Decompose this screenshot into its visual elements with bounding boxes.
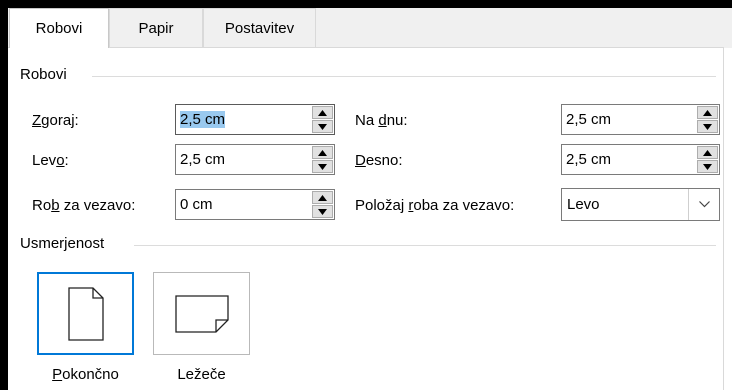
tab-strip-divider: [8, 47, 724, 48]
gutter-position-value: Levo: [567, 196, 600, 213]
spin-down-icon: [318, 163, 327, 170]
margins-group-title: Robovi: [20, 66, 75, 83]
tab-papir-label: Papir: [138, 19, 174, 37]
tab-papir[interactable]: Papir: [109, 8, 203, 47]
spin-down-icon: [318, 123, 327, 130]
orientation-group-title: Usmerjenost: [20, 235, 113, 252]
portrait-button[interactable]: [37, 272, 134, 355]
tab-postavitev-label: Postavitev: [224, 19, 295, 37]
gutter-position-dropdown-button[interactable]: [688, 189, 719, 220]
tab-postavitev[interactable]: Postavitev: [203, 8, 316, 47]
right-margin-spin-down[interactable]: [697, 160, 718, 173]
gutter-input[interactable]: 0 cm: [175, 189, 335, 220]
spin-up-icon: [703, 149, 712, 156]
bottom-margin-spin-up[interactable]: [697, 106, 718, 119]
right-margin-label: Desno:: [355, 152, 403, 169]
spin-down-icon: [703, 123, 712, 130]
spin-up-icon: [703, 109, 712, 116]
spin-up-icon: [318, 109, 327, 116]
spin-up-icon: [318, 149, 327, 156]
orientation-group-rule: [134, 245, 716, 246]
gutter-value: 0 cm: [180, 196, 213, 213]
panel-border-right: [723, 47, 724, 390]
right-margin-spin-up[interactable]: [697, 146, 718, 159]
left-margin-spin-down[interactable]: [312, 160, 333, 173]
top-margin-value: 2,5 cm: [180, 111, 226, 128]
gutter-spin-down[interactable]: [312, 205, 333, 218]
portrait-label: Pokončno: [52, 366, 119, 383]
spin-down-icon: [318, 208, 327, 215]
bottom-margin-label: Na dnu:: [355, 112, 408, 129]
gutter-position-select[interactable]: Levo: [561, 188, 720, 221]
margins-group-rule: [92, 76, 716, 77]
left-margin-label: Levo:: [32, 152, 69, 169]
portrait-page-icon: [67, 286, 104, 341]
top-margin-input[interactable]: 2,5 cm: [175, 104, 335, 135]
gutter-position-label: Položaj roba za vezavo:: [355, 197, 515, 214]
left-margin-value: 2,5 cm: [180, 151, 226, 168]
spin-down-icon: [703, 163, 712, 170]
top-margin-spin-up[interactable]: [312, 106, 333, 119]
top-margin-spin-down[interactable]: [312, 120, 333, 133]
spin-up-icon: [318, 194, 327, 201]
gutter-spin-up[interactable]: [312, 191, 333, 204]
window-frame-top: [0, 0, 732, 8]
tab-robovi-label: Robovi: [35, 20, 83, 37]
gutter-label: Rob za vezavo:: [32, 197, 136, 214]
right-margin-input[interactable]: 2,5 cm: [561, 144, 720, 175]
bottom-margin-value: 2,5 cm: [566, 111, 612, 128]
landscape-button[interactable]: [153, 272, 250, 355]
left-margin-spin-up[interactable]: [312, 146, 333, 159]
landscape-page-icon: [174, 294, 229, 333]
bottom-margin-spin-down[interactable]: [697, 120, 718, 133]
top-margin-label: Zgoraj:: [32, 112, 79, 129]
bottom-margin-input[interactable]: 2,5 cm: [561, 104, 720, 135]
chevron-down-icon: [698, 201, 710, 208]
right-margin-value: 2,5 cm: [566, 151, 612, 168]
landscape-label: Ležeče: [177, 366, 226, 383]
window-frame-left: [0, 0, 8, 390]
left-margin-input[interactable]: 2,5 cm: [175, 144, 335, 175]
tab-robovi[interactable]: Robovi: [9, 8, 109, 48]
